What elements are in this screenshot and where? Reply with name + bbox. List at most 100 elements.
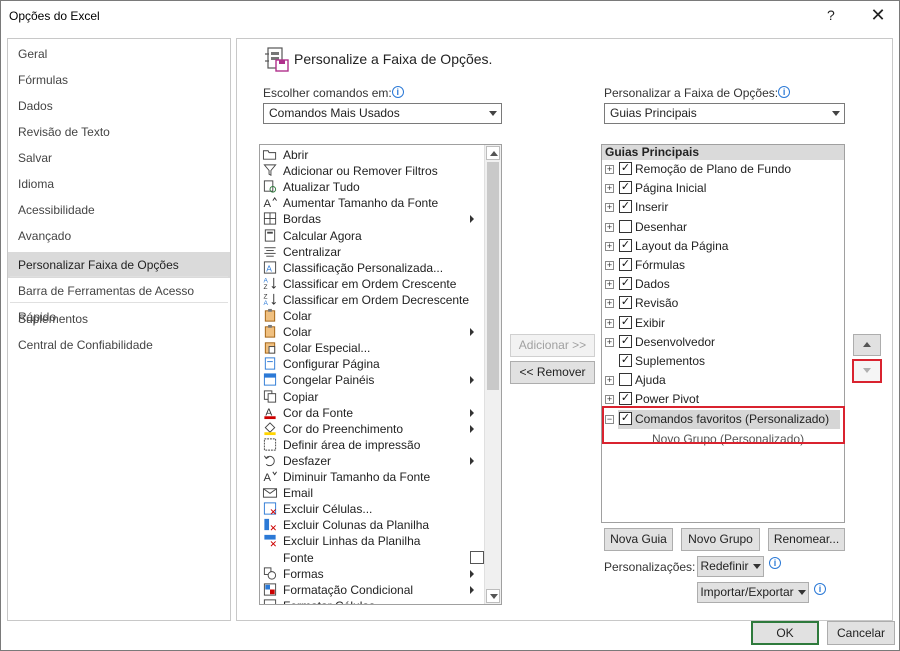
info-icon[interactable]: i bbox=[814, 583, 826, 595]
tab-checkbox[interactable]: ✓ bbox=[619, 296, 632, 310]
command-item[interactable]: Centralizar bbox=[260, 244, 484, 260]
expand-toggle-icon[interactable]: + bbox=[605, 165, 614, 174]
command-item[interactable]: Atualizar Tudo bbox=[260, 179, 484, 195]
nav-item-10[interactable]: Suplementos bbox=[8, 306, 230, 332]
tree-row[interactable]: + ✓ Página Inicial bbox=[602, 179, 844, 198]
info-icon[interactable]: i bbox=[778, 86, 791, 98]
command-item[interactable]: Email bbox=[260, 485, 484, 501]
command-item[interactable]: Abrir bbox=[260, 147, 484, 163]
command-item[interactable]: Formas bbox=[260, 566, 484, 582]
nav-item-8[interactable]: Personalizar Faixa de Opções bbox=[8, 252, 230, 278]
expand-toggle-icon[interactable]: + bbox=[605, 261, 614, 270]
move-up-button[interactable] bbox=[853, 334, 881, 356]
expand-toggle-icon[interactable]: + bbox=[605, 376, 614, 386]
help-button[interactable]: ? bbox=[827, 7, 835, 23]
command-item[interactable]: Formatar Células bbox=[260, 598, 484, 604]
reset-button[interactable]: Redefinir bbox=[697, 556, 764, 577]
expand-toggle-icon[interactable]: + bbox=[605, 280, 614, 290]
expand-toggle-icon[interactable]: + bbox=[605, 395, 614, 405]
tab-checkbox[interactable]: ✓ bbox=[619, 258, 632, 271]
cancel-button[interactable]: Cancelar bbox=[827, 621, 895, 645]
tree-row[interactable]: + ✓ Dados bbox=[602, 275, 844, 294]
command-item[interactable]: A Diminuir Tamanho da Fonte bbox=[260, 469, 484, 485]
tree-row[interactable]: + ✓ Exibir bbox=[602, 314, 844, 333]
nav-item-0[interactable]: Geral bbox=[8, 41, 230, 67]
commands-scrollbar[interactable] bbox=[484, 145, 501, 604]
tree-row[interactable]: ✓ Suplementos bbox=[602, 352, 844, 371]
tree-row[interactable]: + ✓ Layout da Página bbox=[602, 237, 844, 256]
tree-row[interactable]: + ✓ Inserir bbox=[602, 198, 844, 217]
expand-toggle-icon[interactable]: + bbox=[605, 203, 614, 213]
tree-row[interactable]: + ✓ Revisão bbox=[602, 294, 844, 313]
tab-checkbox[interactable]: ✓ bbox=[619, 277, 632, 291]
command-item[interactable]: A Z Classificar em Ordem Crescente bbox=[260, 276, 484, 292]
command-item[interactable]: A Aumentar Tamanho da Fonte bbox=[260, 195, 484, 211]
command-item[interactable]: Congelar Painéis bbox=[260, 372, 484, 388]
ribbon-tabs-tree[interactable]: Guias Principais + ✓ Remoção de Plano de F… bbox=[601, 144, 845, 523]
command-item[interactable]: Colar Especial... bbox=[260, 340, 484, 356]
tree-row[interactable]: + ✓ Remoção de Plano de Fundo bbox=[602, 160, 844, 179]
commands-list[interactable]: Abrir Adicionar ou Remover Filtros Atualiz… bbox=[259, 144, 502, 605]
expand-toggle-icon[interactable]: + bbox=[605, 222, 614, 232]
tab-checkbox[interactable]: ✓ bbox=[619, 238, 632, 252]
expand-toggle-icon[interactable]: + bbox=[605, 241, 614, 251]
nav-item-3[interactable]: Revisão de Texto bbox=[8, 119, 230, 145]
nav-item-9[interactable]: Barra de Ferramentas de Acesso Rápido bbox=[8, 278, 230, 324]
new-tab-button[interactable]: Nova Guia bbox=[604, 528, 673, 551]
tab-checkbox[interactable] bbox=[619, 219, 632, 233]
command-item[interactable]: Excluir Linhas da Planilha bbox=[260, 533, 484, 549]
command-item[interactable]: Desfazer bbox=[260, 453, 484, 469]
info-icon[interactable]: i bbox=[391, 86, 404, 98]
nav-item-7[interactable]: Avançado bbox=[8, 223, 230, 249]
close-button[interactable]: ✕ bbox=[865, 3, 891, 27]
nav-item-1[interactable]: Fórmulas bbox=[8, 67, 230, 93]
rename-button[interactable]: Renomear... bbox=[768, 528, 845, 551]
tree-row[interactable]: + ✓ Desenvolvedor bbox=[602, 333, 844, 352]
command-item[interactable]: Fonte bbox=[260, 550, 484, 566]
tab-checkbox[interactable]: ✓ bbox=[619, 162, 632, 175]
command-item[interactable]: Formatação Condicional bbox=[260, 582, 484, 598]
ok-button[interactable]: OK bbox=[751, 621, 819, 645]
remove-button[interactable]: << Remover bbox=[510, 361, 595, 384]
command-item[interactable]: Colar bbox=[260, 308, 484, 324]
tree-row[interactable]: + ✓ Fórmulas bbox=[602, 256, 844, 275]
customize-ribbon-combo[interactable]: Guias Principais bbox=[604, 103, 845, 124]
scroll-down-button[interactable] bbox=[486, 589, 500, 603]
scroll-thumb[interactable] bbox=[487, 162, 499, 390]
tab-checkbox[interactable]: ✓ bbox=[619, 181, 632, 195]
command-item[interactable]: A Cor da Fonte bbox=[260, 405, 484, 421]
nav-item-4[interactable]: Salvar bbox=[8, 145, 230, 171]
command-item[interactable]: Colar bbox=[260, 324, 484, 340]
command-item[interactable]: A Classificação Personalizada... bbox=[260, 260, 484, 276]
tab-checkbox[interactable]: ✓ bbox=[619, 334, 632, 348]
tab-checkbox[interactable] bbox=[619, 373, 632, 387]
tab-checkbox[interactable]: ✓ bbox=[619, 392, 632, 406]
command-item[interactable]: Cor do Preenchimento bbox=[260, 421, 484, 437]
command-item[interactable]: Copiar bbox=[260, 389, 484, 405]
import-export-button[interactable]: Importar/Exportar bbox=[697, 582, 809, 603]
tab-checkbox[interactable]: ✓ bbox=[619, 315, 632, 329]
tree-row[interactable]: + Desenhar bbox=[602, 218, 844, 237]
command-item[interactable]: Adicionar ou Remover Filtros bbox=[260, 163, 484, 179]
command-item[interactable]: Excluir Células... bbox=[260, 501, 484, 517]
command-item[interactable]: Bordas bbox=[260, 211, 484, 227]
expand-toggle-icon[interactable]: + bbox=[605, 299, 614, 309]
command-item[interactable]: Excluir Colunas da Planilha bbox=[260, 517, 484, 533]
nav-item-11[interactable]: Central de Confiabilidade bbox=[8, 332, 230, 358]
nav-item-5[interactable]: Idioma bbox=[8, 171, 230, 197]
nav-item-6[interactable]: Acessibilidade bbox=[8, 197, 230, 223]
command-item[interactable]: Configurar Página bbox=[260, 356, 484, 372]
tree-row[interactable]: + Ajuda bbox=[602, 371, 844, 390]
nav-item-2[interactable]: Dados bbox=[8, 93, 230, 119]
command-item[interactable]: Z A Classificar em Ordem Decrescente bbox=[260, 292, 484, 308]
expand-toggle-icon[interactable]: + bbox=[605, 184, 614, 194]
new-group-button[interactable]: Novo Grupo bbox=[681, 528, 760, 551]
add-button[interactable]: Adicionar >> bbox=[510, 334, 595, 357]
scroll-up-button[interactable] bbox=[486, 146, 500, 160]
expand-toggle-icon[interactable]: + bbox=[605, 318, 614, 328]
info-icon[interactable]: i bbox=[769, 557, 781, 569]
command-item[interactable]: Definir área de impressão bbox=[260, 437, 484, 453]
command-item[interactable]: Calcular Agora bbox=[260, 228, 484, 244]
choose-commands-combo[interactable]: Comandos Mais Usados bbox=[263, 103, 502, 124]
tab-checkbox[interactable]: ✓ bbox=[619, 200, 632, 214]
